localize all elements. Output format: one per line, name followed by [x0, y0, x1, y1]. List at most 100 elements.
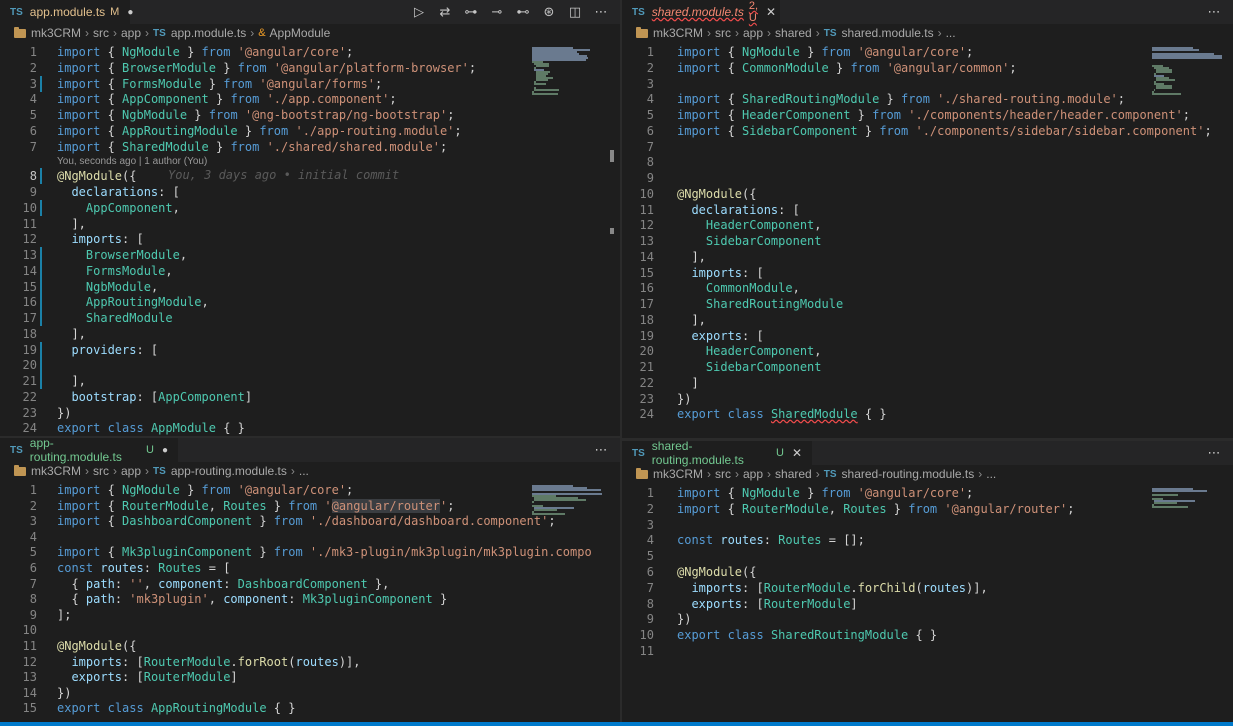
code-line[interactable]: 12 HeaderComponent,	[622, 217, 1233, 233]
code-line[interactable]: 20	[0, 357, 620, 373]
line-number[interactable]: 16	[0, 294, 37, 310]
line-number[interactable]: 6	[0, 560, 37, 576]
git-change-marker[interactable]	[40, 357, 42, 373]
code-line[interactable]: 11 ],	[0, 216, 620, 232]
line-number[interactable]: 20	[0, 357, 37, 373]
line-number[interactable]: 8	[622, 596, 654, 612]
minimap[interactable]	[1152, 43, 1232, 438]
line-number[interactable]: 9	[0, 184, 37, 200]
code-line[interactable]: 12 imports: [RouterModule.forRoot(routes…	[0, 654, 620, 670]
line-number[interactable]: 14	[0, 685, 37, 701]
line-number[interactable]: 7	[0, 576, 37, 592]
line-number[interactable]: 23	[622, 391, 654, 407]
line-number[interactable]: 11	[0, 216, 37, 232]
line-number[interactable]: 7	[622, 580, 654, 596]
code-line[interactable]: 8 { path: 'mk3plugin', component: Mk3plu…	[0, 591, 620, 607]
code-line[interactable]: 5 import { Mk3pluginComponent } from './m…	[0, 544, 620, 560]
code-line[interactable]: 11 @NgModule({	[0, 638, 620, 654]
line-number[interactable]: 11	[622, 202, 654, 218]
code-line[interactable]: 8 exports: [RouterModule]	[622, 596, 1233, 612]
code-line[interactable]: 2 import { RouterModule, Routes } from '@…	[622, 501, 1233, 517]
line-number[interactable]: 6	[0, 123, 37, 139]
breadcrumb-item[interactable]: mk3CRM	[653, 26, 703, 40]
line-number[interactable]: 5	[0, 107, 37, 123]
line-number[interactable]: 8	[0, 168, 37, 184]
breadcrumb-item[interactable]: shared.module.ts	[842, 26, 934, 40]
git-change-marker[interactable]	[40, 310, 42, 326]
line-number[interactable]: 7	[622, 139, 654, 155]
breadcrumb-item[interactable]: shared	[775, 467, 812, 481]
code-line[interactable]: 11 declarations: [	[622, 202, 1233, 218]
code-line[interactable]: 5 import { NgbModule } from '@ng-bootstra…	[0, 107, 620, 123]
code-line[interactable]: 19 providers: [	[0, 342, 620, 358]
code-line[interactable]: 9})	[622, 611, 1233, 627]
breadcrumb-item[interactable]: shared	[775, 26, 812, 40]
code-line[interactable]: 14 ],	[622, 249, 1233, 265]
close-icon[interactable]: ✕	[766, 5, 776, 19]
line-number[interactable]: 10	[0, 622, 37, 638]
code-line[interactable]: 4 import { SharedRoutingModule } from './…	[622, 91, 1233, 107]
line-number[interactable]: 21	[622, 359, 654, 375]
line-number[interactable]: 8	[622, 154, 654, 170]
code-line[interactable]: 18 ],	[622, 312, 1233, 328]
git-change-marker[interactable]	[40, 342, 42, 358]
code-line[interactable]: 12 imports: [	[0, 231, 620, 247]
git-change-marker[interactable]	[40, 373, 42, 389]
code-line[interactable]: 7 import { SharedModule } from './shared/…	[0, 139, 620, 155]
breadcrumb-item[interactable]: app.module.ts	[171, 26, 246, 40]
git-change-marker[interactable]	[40, 294, 42, 310]
tab-app-routing-module[interactable]: TS app-routing.module.ts U ●	[0, 438, 178, 464]
line-number[interactable]: 5	[0, 544, 37, 560]
code-line[interactable]: 2 import { BrowserModule } from '@angular…	[0, 60, 620, 76]
line-number[interactable]: 15	[622, 265, 654, 281]
code-line[interactable]: 5	[622, 548, 1233, 564]
code-line[interactable]: 22 ]	[622, 375, 1233, 391]
code-line[interactable]: 9	[622, 170, 1233, 186]
code-line[interactable]: 16 CommonModule,	[622, 280, 1233, 296]
line-number[interactable]: 5	[622, 548, 654, 564]
code-line[interactable]: 17 SharedRoutingModule	[622, 296, 1233, 312]
code-line[interactable]: 7	[622, 139, 1233, 155]
line-number[interactable]: 8	[0, 591, 37, 607]
breadcrumb-item[interactable]: src	[93, 464, 109, 478]
run-icon[interactable]: ▷	[406, 5, 432, 20]
line-number[interactable]: 21	[0, 373, 37, 389]
code-line[interactable]: 4 import { AppComponent } from './app.com…	[0, 91, 620, 107]
code-line[interactable]: 14})	[0, 685, 620, 701]
line-number[interactable]: 14	[0, 263, 37, 279]
line-number[interactable]: 12	[0, 231, 37, 247]
code-line[interactable]: 13 BrowserModule,	[0, 247, 620, 263]
line-number[interactable]: 3	[622, 517, 654, 533]
line-number[interactable]: 13	[0, 247, 37, 263]
code-line[interactable]: 1 import { NgModule } from '@angular/core…	[622, 44, 1233, 60]
line-number[interactable]: 17	[0, 310, 37, 326]
code-line[interactable]: 6 import { SidebarComponent } from './com…	[622, 123, 1233, 139]
code-line[interactable]: 19 exports: [	[622, 328, 1233, 344]
line-number[interactable]: 5	[622, 107, 654, 123]
unsaved-dot-icon[interactable]: ●	[162, 445, 168, 456]
line-number[interactable]: 23	[0, 405, 37, 421]
close-icon[interactable]: ✕	[792, 446, 802, 460]
code-line[interactable]: 5 import { HeaderComponent } from './comp…	[622, 107, 1233, 123]
line-number[interactable]: 4	[622, 532, 654, 548]
line-number[interactable]: 16	[622, 280, 654, 296]
code-editor[interactable]: 1 import { NgModule } from '@angular/core…	[622, 484, 1233, 722]
line-number[interactable]: 3	[0, 513, 37, 529]
code-line[interactable]: 4 const routes: Routes = [];	[622, 532, 1233, 548]
line-number[interactable]: 7	[0, 139, 37, 155]
line-number[interactable]: 14	[622, 249, 654, 265]
line-number[interactable]: 3	[622, 76, 654, 92]
code-line[interactable]: 7 imports: [RouterModule.forChild(routes…	[622, 580, 1233, 596]
breadcrumb-item[interactable]: mk3CRM	[31, 26, 81, 40]
scrollbar-thumb[interactable]	[610, 150, 614, 162]
more-icon[interactable]: ⋯	[1201, 5, 1227, 20]
code-line[interactable]: 24 export class AppModule { }	[0, 420, 620, 436]
line-number[interactable]: 2	[622, 501, 654, 517]
unsaved-dot-icon[interactable]: ●	[127, 7, 133, 18]
compare-icon[interactable]: ⇄	[432, 5, 458, 20]
code-line[interactable]: 24 export class SharedModule { }	[622, 406, 1233, 422]
code-line[interactable]: 23})	[0, 405, 620, 421]
line-number[interactable]: 11	[0, 638, 37, 654]
more-icon[interactable]: ⋯	[1201, 446, 1227, 461]
code-line[interactable]: 2 import { CommonModule } from '@angular/…	[622, 60, 1233, 76]
